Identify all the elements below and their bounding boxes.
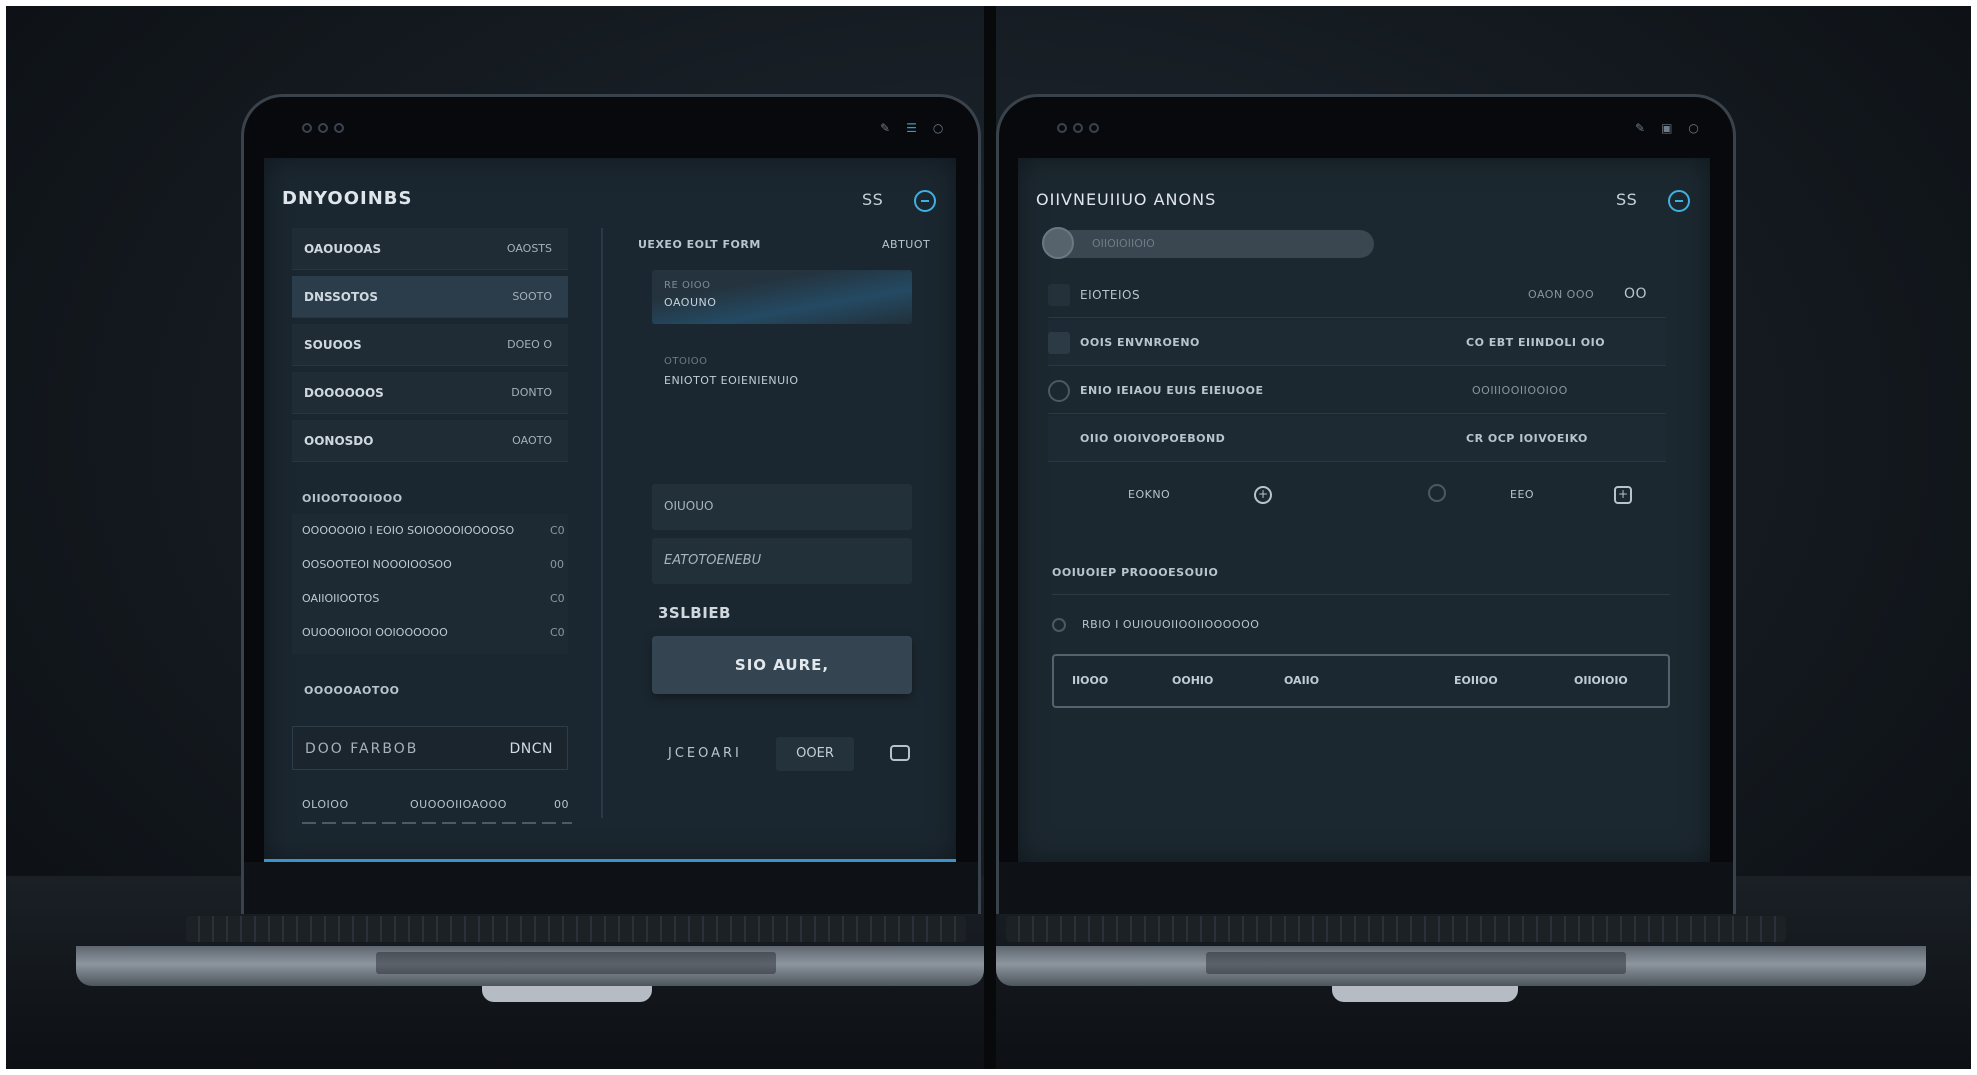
left-keyboard (186, 916, 966, 942)
input-value: DOO FARBOB (305, 741, 419, 757)
sub-list: OOOOOOIO I EOIO SOIOOOOIOOOOSO C0 OOSOOTE… (292, 514, 568, 654)
window-dots (302, 123, 344, 133)
column-header[interactable]: OAIIO (1284, 674, 1319, 687)
data-table-header: IIOOO OOHIO OAIIO EOIIOO OIIOIOIO (1052, 654, 1670, 708)
list-item[interactable]: DOOOOOOS DONTO (292, 372, 568, 414)
page-title: OIIVNEUIIUO ANONS (1036, 190, 1217, 209)
option-card[interactable]: EATOTOENEBU (652, 538, 912, 584)
option-card[interactable]: OIUOUO (652, 484, 912, 530)
column-divider (601, 228, 603, 818)
list-item-selected[interactable]: DNSSOTOS SOOTO (292, 276, 568, 318)
footer-count: 00 (554, 798, 569, 811)
table-row[interactable]: OOIS ENVNROENO CO EBT EIINDOLI OIO (1048, 320, 1666, 366)
dot-icon (334, 123, 344, 133)
right-topbar-icons: ✎ ▣ ○ (1635, 121, 1699, 135)
search-input[interactable]: OIIOIOIIOIO (1042, 227, 1374, 259)
dot-icon (1089, 123, 1099, 133)
link-icon[interactable]: OO (1624, 286, 1647, 302)
dot-icon (1073, 123, 1083, 133)
table-row[interactable]: ENIO IEIAOU EUIS EIEIUOOE OOIIIOOIIOOIOO (1048, 368, 1666, 414)
left-topbar-icons: ✎ ☰ ○ (880, 121, 943, 135)
circle-icon[interactable]: ○ (933, 121, 943, 135)
lower-section-label: OOOOOAOTOO (304, 684, 400, 697)
form-header: UEXEO EOLT FORM (638, 238, 761, 251)
add-square-icon[interactable]: + (1614, 486, 1632, 504)
window-dots (1057, 123, 1099, 133)
top-right-label: SS (1616, 190, 1638, 209)
column-header[interactable]: OIIOIOIO (1574, 674, 1628, 687)
row-checkbox[interactable] (1048, 332, 1070, 354)
column-header[interactable]: EOIIOO (1454, 674, 1498, 687)
circle-icon[interactable]: ○ (1688, 121, 1698, 135)
pen-icon[interactable]: ✎ (880, 121, 890, 135)
row-radio[interactable] (1048, 380, 1070, 402)
left-notch (482, 986, 652, 1002)
chart-field[interactable]: RE OIOO OAOUNO (652, 270, 912, 324)
section-label: OIIOOTOOIOOO (302, 492, 403, 505)
section-value: 3SLBIEB (658, 604, 731, 622)
bottom-left-label: JCEOARI (668, 746, 742, 761)
footer-left: OLOIOO (302, 798, 349, 811)
dot-icon (302, 123, 312, 133)
photo-frame: ✎ ☰ ○ DNYOOINBS SS OAOUOOAS OAOSTS DNSSO… (6, 6, 1971, 1069)
right-screen: OIIVNEUIIUO ANONS SS OIIOIOIIOIO EIOTEIO… (1018, 158, 1710, 862)
footer-rule (302, 822, 572, 824)
window-icon[interactable]: ▣ (1661, 121, 1672, 135)
add-icon[interactable]: + (1254, 486, 1272, 504)
page-title: DNYOOINBS (282, 188, 413, 209)
left-screen: DNYOOINBS SS OAOUOOAS OAOSTS DNSSOTOS SO… (264, 158, 956, 862)
minus-circle-icon[interactable] (1668, 190, 1690, 212)
dot-icon (1057, 123, 1067, 133)
split-divider (984, 6, 996, 1069)
input-action[interactable]: DNCN (509, 741, 553, 757)
radio-icon[interactable] (1052, 618, 1066, 632)
secondary-button[interactable]: OOER (776, 737, 854, 771)
window-icon[interactable] (890, 745, 910, 761)
sub-list-item[interactable]: OAIIOIIOOTOS C0 (302, 592, 565, 605)
primary-action-button[interactable]: SIO AURE, (652, 636, 912, 694)
form-header-value: ABTUOT (882, 238, 931, 251)
right-bezel (999, 862, 1733, 914)
left-bezel (244, 862, 978, 914)
left-trackpad (376, 952, 776, 974)
section-label: OOIUOIEP PROOOESOUIO (1052, 566, 1219, 579)
field-value: ENIOTOT EOIENIENUIO (664, 374, 799, 387)
right-notch (1332, 986, 1518, 1002)
sub-list-item[interactable]: OOOOOOIO I EOIO SOIOOOOIOOOOSO C0 (302, 524, 565, 537)
list-item[interactable]: SOUOOS DOEO O (292, 324, 568, 366)
minus-circle-icon[interactable] (914, 190, 936, 212)
dot-icon (318, 123, 328, 133)
right-trackpad (1206, 952, 1626, 974)
top-right-label: SS (862, 190, 884, 209)
radio-icon[interactable] (1428, 484, 1446, 502)
footer-mid: OUOOOIIOAOOO (410, 798, 507, 811)
row-checkbox[interactable] (1048, 284, 1070, 306)
search-icon[interactable] (1042, 227, 1074, 259)
column-header[interactable]: IIOOO (1072, 674, 1108, 687)
section-rule (1052, 594, 1670, 595)
bars-icon[interactable]: ☰ (906, 121, 917, 135)
sub-list-item[interactable]: OOSOOTEOI NOOOIOOSOO 00 (302, 558, 564, 571)
field-caption: OTOIOO (664, 356, 708, 367)
text-input[interactable]: DOO FARBOB DNCN (292, 726, 568, 770)
sub-list-item[interactable]: OUOOOIIOOI OOIOOOOOO C0 (302, 626, 565, 639)
table-row[interactable]: OIIO OIOIVOPOEBOND CR OCP IOIVOEIKO (1048, 416, 1666, 462)
column-header[interactable]: OOHIO (1172, 674, 1213, 687)
table-row[interactable]: EIOTEIOS OAON OOO OO (1048, 272, 1666, 318)
right-keyboard (1006, 916, 1786, 942)
list-item[interactable]: OAOUOOAS OAOSTS (292, 228, 568, 270)
list-item[interactable]: OONOSDO OAOTO (292, 420, 568, 462)
pen-icon[interactable]: ✎ (1635, 121, 1645, 135)
